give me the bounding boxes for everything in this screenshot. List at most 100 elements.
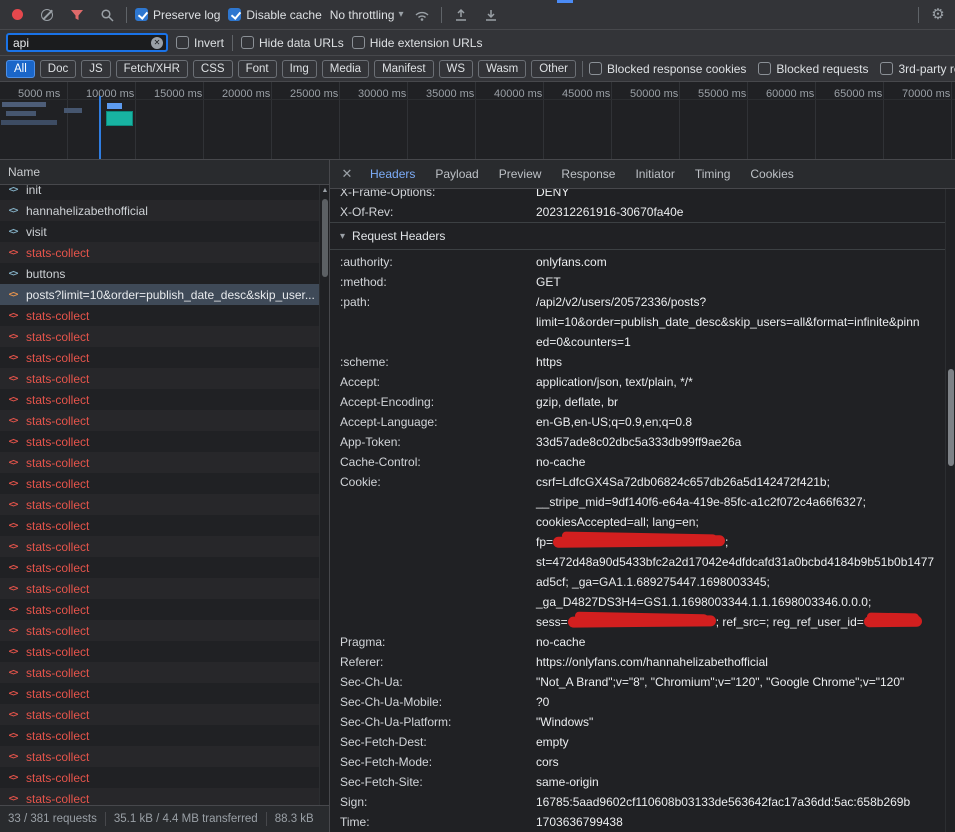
details-scrollbar[interactable] [945, 189, 955, 832]
request-row[interactable]: <>stats-collect [0, 305, 329, 326]
preserve-log-checkbox[interactable]: Preserve log [135, 8, 220, 22]
header-name[interactable]: :path: [340, 292, 536, 352]
request-row[interactable]: <>stats-collect [0, 473, 329, 494]
tab-initiator[interactable]: Initiator [625, 160, 684, 189]
header-name[interactable]: Time: [340, 812, 536, 832]
request-row[interactable]: <>stats-collect [0, 620, 329, 641]
filter-chip-wasm[interactable]: Wasm [478, 60, 526, 78]
filter-chip-media[interactable]: Media [322, 60, 369, 78]
request-row[interactable]: <>buttons [0, 263, 329, 284]
request-row[interactable]: <>stats-collect [0, 683, 329, 704]
header-name[interactable]: Referer: [340, 652, 536, 672]
timeline-column[interactable]: 30000 ms [340, 82, 408, 159]
header-value[interactable]: 202312261916-30670fa40e [536, 202, 683, 222]
header-name[interactable]: Accept: [340, 372, 536, 392]
close-details-icon[interactable]: ✕ [334, 166, 360, 182]
timeline-column[interactable]: 5000 ms [0, 82, 68, 159]
scroll-up-icon[interactable]: ▲ [322, 187, 329, 194]
request-row[interactable]: <>stats-collect [0, 767, 329, 788]
header-value[interactable]: onlyfans.com [536, 252, 607, 272]
header-value[interactable]: cors [536, 752, 559, 772]
request-row[interactable]: <>visit [0, 221, 329, 242]
network-conditions-button[interactable] [411, 5, 433, 25]
header-name[interactable]: Sec-Ch-Ua: [340, 672, 536, 692]
timeline-column[interactable]: 25000 ms [272, 82, 340, 159]
header-name[interactable]: X-Of-Rev: [340, 202, 536, 222]
tab-payload[interactable]: Payload [425, 160, 488, 189]
timeline-column[interactable]: 55000 ms [680, 82, 748, 159]
filter-input[interactable] [8, 36, 166, 50]
request-row[interactable]: <>stats-collect [0, 410, 329, 431]
search-button[interactable] [96, 5, 118, 25]
header-value[interactable]: csrf=LdfcGX4Sa72db06824c657db26a5d142472… [536, 472, 934, 632]
filter-chip-other[interactable]: Other [531, 60, 576, 78]
header-name[interactable]: Sec-Ch-Ua-Mobile: [340, 692, 536, 712]
request-row[interactable]: <>posts?limit=10&order=publish_date_desc… [0, 284, 329, 305]
timeline-column[interactable]: 10000 ms [68, 82, 136, 159]
blocked-requests-checkbox[interactable]: Blocked requests [758, 62, 868, 76]
tab-timing[interactable]: Timing [685, 160, 741, 189]
request-row[interactable]: <>stats-collect [0, 389, 329, 410]
timeline-column[interactable]: 45000 ms [544, 82, 612, 159]
header-value[interactable]: https [536, 352, 562, 372]
header-name[interactable]: Sec-Ch-Ua-Platform: [340, 712, 536, 732]
header-value[interactable]: same-origin [536, 772, 599, 792]
header-value[interactable]: 33d57ade8c02dbc5a333db99ff9ae26a [536, 432, 741, 452]
filter-chip-fetch-xhr[interactable]: Fetch/XHR [116, 60, 188, 78]
header-name[interactable]: :authority: [340, 252, 536, 272]
request-row[interactable]: <>stats-collect [0, 431, 329, 452]
header-name[interactable]: Sign: [340, 792, 536, 812]
header-value[interactable]: /api2/v2/users/20572336/posts?limit=10&o… [536, 292, 920, 352]
timeline-column[interactable]: 65000 ms [816, 82, 884, 159]
request-row[interactable]: <>stats-collect [0, 494, 329, 515]
network-overview-timeline[interactable]: 5000 ms10000 ms15000 ms20000 ms25000 ms3… [0, 82, 955, 160]
header-name[interactable]: Sec-Fetch-Dest: [340, 732, 536, 752]
header-value[interactable]: ?0 [536, 692, 549, 712]
disclosure-triangle-icon[interactable]: ▾ [340, 231, 345, 242]
header-value[interactable]: en-GB,en-US;q=0.9,en;q=0.8 [536, 412, 692, 432]
header-name[interactable]: Accept-Language: [340, 412, 536, 432]
request-row[interactable]: <>stats-collect [0, 326, 329, 347]
timeline-column[interactable]: 20000 ms [204, 82, 272, 159]
record-button[interactable] [6, 5, 28, 25]
throttling-select[interactable]: No throttling ▾ [330, 8, 404, 22]
tab-preview[interactable]: Preview [489, 160, 552, 189]
header-value[interactable]: 16785:5aad9602cf110608b03133de563642fac1… [536, 792, 910, 812]
filter-chip-font[interactable]: Font [238, 60, 277, 78]
request-row[interactable]: <>stats-collect [0, 578, 329, 599]
header-name[interactable]: :method: [340, 272, 536, 292]
request-row[interactable]: <>stats-collect [0, 641, 329, 662]
filter-chip-img[interactable]: Img [282, 60, 317, 78]
request-row[interactable]: <>init [0, 185, 329, 200]
tab-headers[interactable]: Headers [360, 160, 425, 189]
header-name[interactable]: Pragma: [340, 632, 536, 652]
timeline-column[interactable]: 40000 ms [476, 82, 544, 159]
header-value[interactable]: no-cache [536, 632, 585, 652]
request-row[interactable]: <>stats-collect [0, 515, 329, 536]
header-value[interactable]: gzip, deflate, br [536, 392, 618, 412]
timeline-column[interactable]: 70000 ms [884, 82, 952, 159]
tab-response[interactable]: Response [551, 160, 625, 189]
request-row[interactable]: <>stats-collect [0, 242, 329, 263]
hide-extension-urls-checkbox[interactable]: Hide extension URLs [352, 36, 483, 50]
timeline-column[interactable]: 35000 ms [408, 82, 476, 159]
clear-network-log-button[interactable] [36, 5, 58, 25]
header-name[interactable]: Sec-Fetch-Site: [340, 772, 536, 792]
header-value[interactable]: 1703636799438 [536, 812, 623, 832]
request-row[interactable]: <>stats-collect [0, 746, 329, 767]
import-har-button[interactable] [450, 5, 472, 25]
header-value[interactable]: "Windows" [536, 712, 593, 732]
request-row[interactable]: <>stats-collect [0, 725, 329, 746]
header-value[interactable]: no-cache [536, 452, 585, 472]
export-har-button[interactable] [480, 5, 502, 25]
header-name[interactable]: App-Token: [340, 432, 536, 452]
filter-chip-js[interactable]: JS [81, 60, 110, 78]
requests-scrollbar[interactable]: ▲ [319, 185, 329, 805]
header-name[interactable]: Sec-Fetch-Mode: [340, 752, 536, 772]
header-value[interactable]: GET [536, 272, 561, 292]
header-value[interactable]: DENY [536, 189, 569, 202]
hide-data-urls-checkbox[interactable]: Hide data URLs [241, 36, 344, 50]
header-name[interactable]: Accept-Encoding: [340, 392, 536, 412]
settings-button[interactable]: ⚙ [927, 5, 949, 25]
request-row[interactable]: <>stats-collect [0, 788, 329, 805]
